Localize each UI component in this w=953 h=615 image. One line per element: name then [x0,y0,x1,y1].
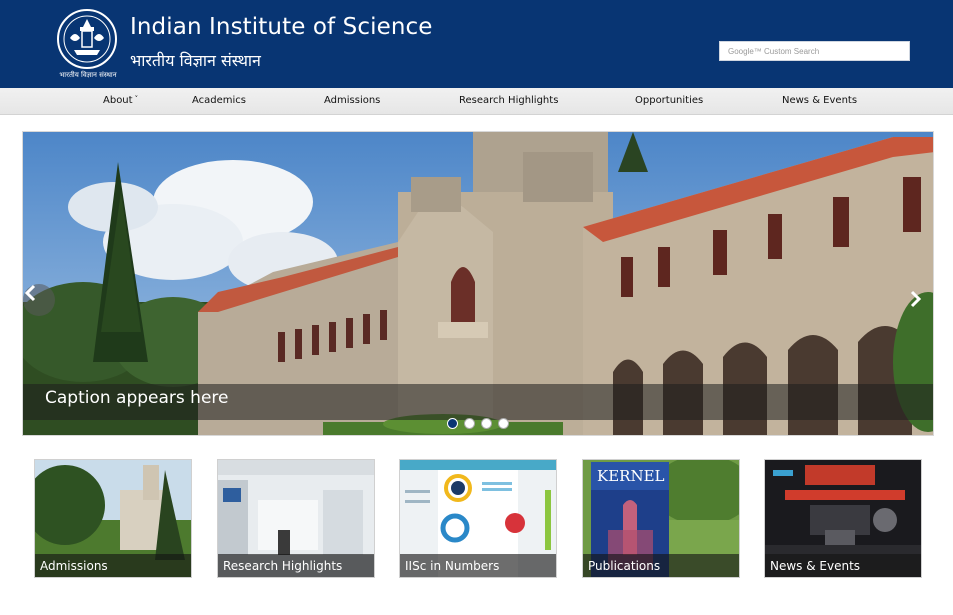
slider-dot-4[interactable] [498,418,509,429]
nav-item-academics[interactable]: Academics [192,95,246,106]
site-header: भारतीय विज्ञान संस्थान Indian Institute … [0,0,953,88]
search-box [719,41,910,61]
slider-dot-3[interactable] [481,418,492,429]
chevron-right-icon [910,290,922,308]
chevron-down-icon: ˅ [134,95,139,103]
search-input[interactable] [728,42,901,60]
tile-admissions[interactable]: Admissions [34,459,192,578]
tile-research-highlights[interactable]: Research Highlights [217,459,375,578]
nav-item-label: About [103,95,133,106]
iisc-seal-logo[interactable] [52,8,122,70]
tile-iisc-numbers[interactable]: IISc in Numbers [399,459,557,578]
nav-item-admissions[interactable]: Admissions [324,95,380,106]
tile-news-events[interactable]: News & Events [764,459,922,578]
tile-label: IISc in Numbers [405,559,500,573]
site-title-hindi[interactable]: भारतीय विज्ञान संस्थान [130,49,261,71]
site-title-english[interactable]: Indian Institute of Science [130,14,433,40]
nav-item-news-events[interactable]: News & Events [782,95,857,106]
logo-caption: भारतीय विज्ञान संस्थान [59,71,117,79]
tile-label: News & Events [770,559,861,573]
tile-label: Publications [588,559,661,573]
nav-item-opportunities[interactable]: Opportunities [635,95,703,106]
hero-slider[interactable]: Caption appears here [22,131,934,436]
tile-publications[interactable]: KERNEL Publications [582,459,740,578]
nav-item-about[interactable]: About ˅ [103,95,138,106]
slider-next-button[interactable] [909,290,929,312]
kernel-cover-title: KERNEL [597,467,665,485]
slide-caption: Caption appears here [45,388,229,408]
tile-label: Research Highlights [223,559,343,573]
main-nav: About ˅ Academics Admissions Research Hig… [0,88,953,115]
tile-label: Admissions [40,559,108,573]
slider-dot-1[interactable] [447,418,458,429]
slider-prev-button[interactable] [23,284,55,316]
slider-pagination [447,418,509,430]
chevron-left-icon [24,284,36,302]
slider-dot-2[interactable] [464,418,475,429]
nav-item-research-highlights[interactable]: Research Highlights [459,95,558,106]
